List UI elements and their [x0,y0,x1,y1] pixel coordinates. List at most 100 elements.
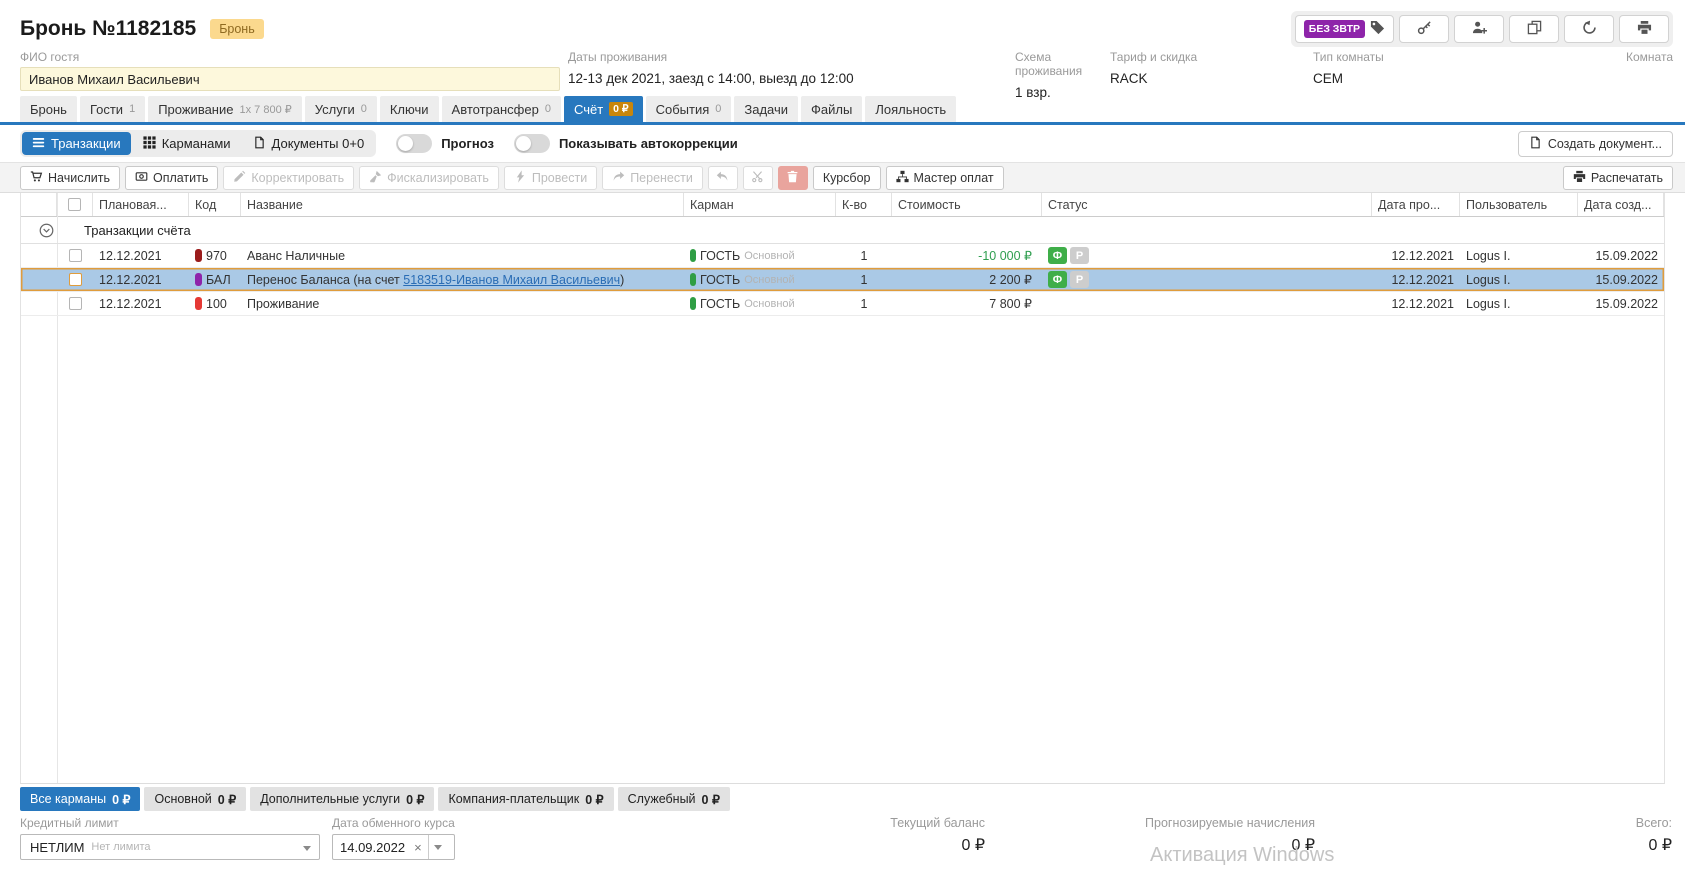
pay-button[interactable]: Оплатить [125,166,218,190]
tab-files[interactable]: Файлы [801,96,862,122]
occupancy-field: Схема проживания 1 взр. [1015,50,1110,96]
col-date-created[interactable]: Дата созд... [1578,193,1664,216]
exchange-date-picker[interactable]: 14.09.2022 × [332,834,455,860]
correct-button[interactable]: Корректировать [223,166,354,190]
transaction-row[interactable]: 12.12.2021 970 Аванс Наличные ГОСТЬОснов… [21,244,1664,268]
scissors-icon [751,170,764,186]
undo-button[interactable] [708,166,738,190]
transaction-row[interactable]: 12.12.2021 100 Проживание ГОСТЬОсновной … [21,292,1664,316]
tab-tasks[interactable]: Задачи [734,96,798,122]
tab-guests[interactable]: Гости1 [80,96,145,122]
current-balance-value: 0 ₽ [890,835,985,855]
fiscalize-button[interactable]: Фискализировать [359,166,499,190]
credit-limit-select[interactable]: НЕТЛИМ Нет лимита [20,834,320,860]
pocket-tab-all[interactable]: Все карманы0 ₽ [20,787,140,811]
col-user[interactable]: Пользователь [1460,193,1578,216]
clear-icon[interactable]: × [412,840,428,855]
col-planned-date[interactable]: Плановая... [93,193,189,216]
add-guest-button[interactable] [1454,15,1504,43]
transaction-row-selected[interactable]: 12.12.2021 БАЛ Перенос Баланса (на счет … [21,268,1664,292]
transfer-button[interactable]: Перенести [602,166,703,190]
payment-master-button[interactable]: Мастер оплат [886,166,1004,190]
delete-button[interactable] [778,166,808,190]
grid-icon [143,136,156,152]
autocorrection-toggle[interactable] [514,134,550,153]
guest-name-input[interactable] [20,67,560,91]
keys-button[interactable] [1399,15,1449,43]
collapse-group-icon[interactable] [39,223,54,238]
view-documents-button[interactable]: Документы 0+0 [243,132,375,155]
view-transactions-button[interactable]: Транзакции [22,132,131,155]
col-date-posted[interactable]: Дата про... [1372,193,1460,216]
chevron-down-icon [303,846,311,851]
split-button[interactable] [743,166,773,190]
tab-booking[interactable]: Бронь [20,96,77,122]
exchange-date-value[interactable]: 14.09.2022 [333,840,412,855]
row-checkbox[interactable] [69,249,82,262]
pocket-marker [690,249,696,262]
col-pocket[interactable]: Карман [684,193,836,216]
forecast-toggle[interactable] [396,134,432,153]
chevron-down-icon[interactable] [428,835,447,859]
col-status[interactable]: Статус [1042,193,1372,216]
printer-icon [1573,170,1586,186]
history-button[interactable] [1564,15,1614,43]
windows-activation-watermark: Активация Windows [1150,844,1334,867]
row-checkbox[interactable] [69,273,82,286]
amount: -10 000 ₽ [892,248,1042,263]
tab-loyalty[interactable]: Лояльность [865,96,956,122]
tab-keys[interactable]: Ключи [380,96,439,122]
footer: Кредитный лимит НЕТЛИМ Нет лимита Дата о… [0,812,1685,878]
document-icon [253,136,266,152]
kursbor-button[interactable]: Курсбор [813,166,881,190]
create-document-button[interactable]: Создать документ... [1518,131,1673,157]
pocket-tab-payer-company[interactable]: Компания-плательщик0 ₽ [438,787,613,811]
pocket-tab-service[interactable]: Служебный0 ₽ [618,787,730,811]
tab-services[interactable]: Услуги0 [305,96,377,122]
print-booking-button[interactable] [1619,15,1669,43]
forecast-toggle-group: Прогноз [396,134,494,153]
tab-transfer[interactable]: Автотрансфер0 [442,96,561,122]
col-amount[interactable]: Стоимость [892,193,1042,216]
trash-icon [786,170,799,186]
status-badge: Бронь [210,19,264,39]
list-icon [32,136,45,152]
print-list-button[interactable]: Распечатать [1563,166,1673,190]
tariff-field: Тариф и скидка RACK [1110,50,1313,96]
copy-button[interactable] [1509,15,1559,43]
col-name[interactable]: Название [241,193,684,216]
code-marker [195,273,202,286]
tab-accommodation[interactable]: Проживание1х 7 800 ₽ [148,96,302,122]
code-marker [195,297,202,310]
row-checkbox[interactable] [69,297,82,310]
no-show-tag-button[interactable]: БЕЗ ЗВТР [1295,15,1394,43]
select-all-header [57,193,93,216]
no-show-badge: БЕЗ ЗВТР [1304,20,1365,38]
transactions-group-row[interactable]: Транзакции счёта [21,217,1664,244]
tab-account[interactable]: Счёт0 ₽ [564,96,643,122]
top-bar: Бронь №1182185 Бронь БЕЗ ЗВТР [0,0,1685,50]
amount: 7 800 ₽ [892,296,1042,311]
pocket-tab-main[interactable]: Основной0 ₽ [144,787,246,811]
page-title: Бронь №1182185 [20,17,196,41]
charge-button[interactable]: Начислить [20,166,120,190]
stay-dates-value: 12-13 дек 2021, заезд с 14:00, выезд до … [568,67,1015,86]
select-all-checkbox[interactable] [68,198,81,211]
table-header: Плановая... Код Название Карман К-во Сто… [21,193,1664,217]
transaction-name: Перенос Баланса (на счет 5183519-Иванов … [241,273,684,287]
col-qty[interactable]: К-во [836,193,892,216]
post-button[interactable]: Провести [504,166,597,190]
pencil-icon [233,170,246,186]
col-code[interactable]: Код [189,193,241,216]
receipt-badge: Р [1070,247,1089,264]
credit-limit-field: Кредитный лимит НЕТЛИМ Нет лимита [20,816,320,860]
pocket-tab-extra-services[interactable]: Дополнительные услуги0 ₽ [250,787,434,811]
forecast-toggle-label: Прогноз [441,136,494,151]
total-value: 0 ₽ [1636,835,1672,855]
stay-dates-field: Даты проживания 12-13 дек 2021, заезд с … [568,50,1015,96]
fiscal-badge: Ф [1048,247,1067,264]
balance-transfer-link[interactable]: 5183519-Иванов Михаил Васильевич [403,273,620,287]
view-pockets-button[interactable]: Карманами [133,132,241,155]
pocket-marker [690,273,696,286]
tab-events[interactable]: События0 [646,96,732,122]
